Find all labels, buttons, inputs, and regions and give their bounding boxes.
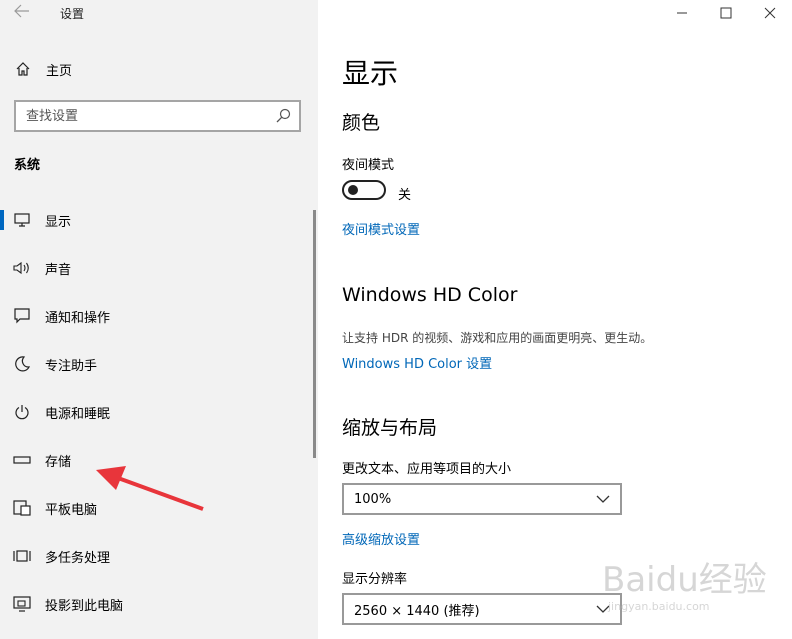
close-button[interactable] <box>748 0 792 26</box>
sidebar-scrollbar[interactable] <box>313 210 316 458</box>
close-icon <box>764 7 776 19</box>
sidebar-item-tablet[interactable]: 平板电脑 <box>0 484 318 532</box>
sidebar-item-project-to-pc[interactable]: 投影到此电脑 <box>0 580 318 628</box>
scale-value: 100% <box>354 491 392 507</box>
night-mode-toggle[interactable] <box>342 180 386 200</box>
night-mode-state: 关 <box>398 188 412 203</box>
search-box[interactable] <box>14 100 301 132</box>
main-content: 显示 颜色 夜间模式 关 夜间模式设置 Windows HD Color 让支持… <box>318 0 792 639</box>
monitor-icon <box>13 211 31 229</box>
scale-dropdown[interactable]: 100% <box>342 483 622 515</box>
hdr-description: 让支持 HDR 的视频、游戏和应用的画面更明亮、更生动。 <box>342 331 653 345</box>
advanced-scaling-link[interactable]: 高级缩放设置 <box>342 529 420 548</box>
speaker-icon <box>13 259 31 277</box>
chevron-down-icon <box>596 605 610 613</box>
sidebar-item-label: 投影到此电脑 <box>45 598 124 614</box>
section-heading-hdr: Windows HD Color <box>342 284 518 306</box>
sidebar-item-label: 存储 <box>45 454 72 470</box>
power-icon <box>13 403 31 421</box>
sidebar-item-notifications[interactable]: 通知和操作 <box>0 292 318 340</box>
notification-icon <box>13 307 31 325</box>
sidebar-item-label: 专注助手 <box>45 358 98 374</box>
resolution-value: 2560 × 1440 (推荐) <box>354 603 480 619</box>
multitask-icon <box>13 547 31 565</box>
back-button[interactable] <box>12 4 32 22</box>
section-heading-scale: 缩放与布局 <box>342 417 438 439</box>
sidebar-item-display[interactable]: 显示 <box>0 196 318 244</box>
sidebar-item-power-sleep[interactable]: 电源和睡眠 <box>0 388 318 436</box>
resolution-label: 显示分辨率 <box>342 572 408 587</box>
resolution-dropdown[interactable]: 2560 × 1440 (推荐) <box>342 593 622 625</box>
search-input[interactable] <box>26 102 266 130</box>
project-icon <box>13 595 31 613</box>
sidebar-item-storage[interactable]: 存储 <box>0 436 318 484</box>
sidebar: 设置 主页 系统 显示 声音 通知和操作 专注助手 电源和睡眠 <box>0 0 318 639</box>
night-mode-label: 夜间模式 <box>342 158 395 173</box>
sidebar-item-label: 多任务处理 <box>45 550 111 566</box>
minimize-icon <box>677 12 687 14</box>
toggle-knob <box>348 185 358 195</box>
hdr-settings-link[interactable]: Windows HD Color 设置 <box>342 353 492 372</box>
sidebar-item-label: 声音 <box>45 262 72 278</box>
maximize-icon <box>720 7 732 19</box>
page-title: 显示 <box>342 57 399 90</box>
scale-label: 更改文本、应用等项目的大小 <box>342 462 512 477</box>
sidebar-nav: 显示 声音 通知和操作 专注助手 电源和睡眠 存储 平板电脑 多任务处理 投影到… <box>0 196 318 628</box>
back-arrow-icon <box>14 4 29 18</box>
section-heading-color: 颜色 <box>342 112 381 134</box>
window-controls <box>660 0 792 26</box>
maximize-button[interactable] <box>704 0 748 26</box>
sidebar-item-home[interactable]: 主页 <box>0 54 318 84</box>
minimize-button[interactable] <box>660 0 704 26</box>
title-bar: 设置 <box>0 0 318 28</box>
section-title: 系统 <box>14 158 41 173</box>
sidebar-item-sound[interactable]: 声音 <box>0 244 318 292</box>
moon-icon <box>13 355 31 373</box>
night-mode-settings-link[interactable]: 夜间模式设置 <box>342 219 420 238</box>
home-icon <box>16 62 30 76</box>
sidebar-item-label: 显示 <box>45 214 72 230</box>
storage-icon <box>13 451 31 469</box>
tablet-icon <box>13 499 31 517</box>
search-icon[interactable] <box>275 108 291 124</box>
chevron-down-icon <box>596 495 610 503</box>
app-title: 设置 <box>60 7 85 21</box>
sidebar-item-multitasking[interactable]: 多任务处理 <box>0 532 318 580</box>
sidebar-item-label: 电源和睡眠 <box>45 406 111 422</box>
sidebar-item-label: 平板电脑 <box>45 502 98 518</box>
sidebar-item-label: 通知和操作 <box>45 310 111 326</box>
sidebar-item-label: 主页 <box>46 63 73 79</box>
sidebar-item-focus-assist[interactable]: 专注助手 <box>0 340 318 388</box>
